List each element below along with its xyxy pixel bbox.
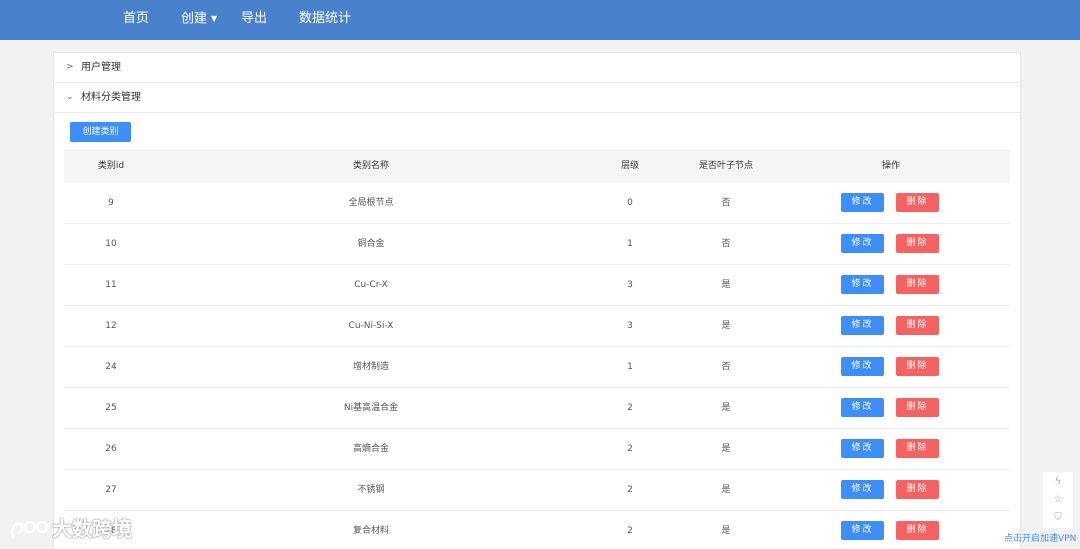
cell-name: Cu-Ni-Si-X <box>348 321 394 331</box>
cell-is-leaf: 否 <box>721 239 731 249</box>
collapse-user-management[interactable]: > 用户管理 <box>54 53 1020 83</box>
main-panel: > 用户管理 ⌄ 材料分类管理 创建类别 类别id 类别名称 层级 是否叶子节点… <box>53 52 1021 549</box>
edit-button[interactable]: 修改 <box>841 521 884 540</box>
table-row: 24 增材制造 1 否 修改 删除 <box>64 347 1010 388</box>
table-row: 12 Cu-Ni-Si-X 3 是 修改 删除 <box>64 306 1010 347</box>
edit-button[interactable]: 修改 <box>841 275 884 294</box>
cell-level: 2 <box>627 485 633 495</box>
header-name: 类别名称 <box>352 161 389 171</box>
header-actions: 操作 <box>881 161 900 171</box>
shield-icon[interactable]: ⛉ <box>1052 512 1064 524</box>
delete-button[interactable]: 删除 <box>896 316 939 335</box>
cell-level: 3 <box>627 321 633 331</box>
cell-name: 高熵合金 <box>352 444 389 454</box>
header-level: 层级 <box>620 161 639 171</box>
cell-id: 11 <box>105 280 117 290</box>
nav-create[interactable]: 创建 ▼ <box>181 0 217 40</box>
cell-id: 25 <box>105 403 117 413</box>
cell-is-leaf: 是 <box>721 280 731 290</box>
table-header: 类别id 类别名称 层级 是否叶子节点 操作 <box>64 149 1010 183</box>
edit-button[interactable]: 修改 <box>841 193 884 212</box>
cell-level: 1 <box>627 362 633 372</box>
delete-button[interactable]: 删除 <box>896 234 939 253</box>
cell-id: 12 <box>105 321 117 331</box>
delete-button[interactable]: 删除 <box>896 521 939 540</box>
delete-button[interactable]: 删除 <box>896 193 939 212</box>
watermark-text: 大数跨境 <box>52 517 132 541</box>
cell-name: Ni基高温合金 <box>343 403 399 413</box>
edit-button[interactable]: 修改 <box>841 480 884 499</box>
cell-id: 24 <box>105 362 117 372</box>
top-navbar: 首页 创建 ▼ 导出 数据统计 <box>0 0 1080 40</box>
collapse-material-management[interactable]: ⌄ 材料分类管理 <box>54 83 1020 113</box>
cell-id: 10 <box>105 239 117 249</box>
table-row: 28 复合材料 2 是修改 删除 <box>64 511 1010 549</box>
side-toolbar: ϟ ☆ ⛉ <box>1043 472 1073 528</box>
chevron-right-icon: > <box>66 62 74 72</box>
nav-export[interactable]: 导出 <box>241 0 267 40</box>
cell-name: 复合材料 <box>352 526 389 536</box>
vpn-link[interactable]: 点击开启加速VPN <box>1004 531 1076 544</box>
caret-down-icon: ▼ <box>211 14 218 23</box>
table-row: 9 全局根节点 0 否 修改 删除 <box>64 183 1010 224</box>
table-row: 26 高熵合金 2 是 修改 删除 <box>64 429 1010 470</box>
create-category-button[interactable]: 创建类别 <box>70 122 131 142</box>
header-is-leaf: 是否叶子节点 <box>698 161 753 171</box>
star-icon[interactable]: ☆ <box>1052 494 1064 506</box>
cell-level: 3 <box>627 280 633 290</box>
cell-name: Cu-Cr-X <box>354 280 388 290</box>
cell-name: 不锈钢 <box>357 485 385 495</box>
delete-button[interactable]: 删除 <box>896 480 939 499</box>
delete-button[interactable]: 删除 <box>896 357 939 376</box>
category-table: 类别id 类别名称 层级 是否叶子节点 操作 9 全局根节点 0 否修改 删除 10 铜合金… <box>64 149 1010 549</box>
chevron-down-icon: ⌄ <box>66 92 74 102</box>
cell-id: 27 <box>105 485 117 495</box>
collapse-title: 材料分类管理 <box>81 92 141 103</box>
cell-is-leaf: 是 <box>721 526 731 536</box>
delete-button[interactable]: 删除 <box>896 439 939 458</box>
cell-is-leaf: 否 <box>721 362 731 372</box>
table-row: 25 Ni基高温合金 2 是 修改 删除 <box>64 388 1010 429</box>
edit-button[interactable]: 修改 <box>841 316 884 335</box>
cell-id: 9 <box>108 198 114 208</box>
cell-is-leaf: 是 <box>721 485 731 495</box>
watermark: 大数跨境 <box>8 514 132 544</box>
watermark-logo-icon <box>11 520 49 539</box>
table-row: 11 Cu-Cr-X 3 是 修改 删除 <box>64 265 1010 306</box>
delete-button[interactable]: 删除 <box>896 275 939 294</box>
delete-button[interactable]: 删除 <box>896 398 939 417</box>
edit-button[interactable]: 修改 <box>841 439 884 458</box>
table-row: 10 铜合金 1 否 修改 删除 <box>64 224 1010 265</box>
edit-button[interactable]: 修改 <box>841 234 884 253</box>
cell-level: 2 <box>627 444 633 454</box>
cell-is-leaf: 否 <box>721 198 731 208</box>
cell-name: 铜合金 <box>357 239 385 249</box>
cell-level: 0 <box>627 198 633 208</box>
collapse-title: 用户管理 <box>81 62 121 73</box>
edit-button[interactable]: 修改 <box>841 357 884 376</box>
header-id: 类别id <box>97 161 125 171</box>
cell-level: 1 <box>627 239 633 249</box>
edit-button[interactable]: 修改 <box>841 398 884 417</box>
nav-stats[interactable]: 数据统计 <box>299 0 351 40</box>
lightning-icon[interactable]: ϟ <box>1052 476 1064 488</box>
cell-is-leaf: 是 <box>721 444 731 454</box>
cell-is-leaf: 是 <box>721 403 731 413</box>
table-body: 9 全局根节点 0 否修改 删除 10 铜合金 1 否修改 删除 11 Cu-Cr-X 3 是修改 删除 12… <box>64 183 1010 549</box>
nav-create-label: 创建 <box>181 11 208 27</box>
cell-is-leaf: 是 <box>721 321 731 331</box>
cell-level: 2 <box>627 526 633 536</box>
nav-home[interactable]: 首页 <box>123 0 149 40</box>
cell-name: 全局根节点 <box>348 198 394 208</box>
cell-level: 2 <box>627 403 633 413</box>
table-row: 27 不锈钢 2 是 修改 删除 <box>64 470 1010 511</box>
cell-name: 增材制造 <box>352 362 389 372</box>
cell-id: 26 <box>105 444 117 454</box>
